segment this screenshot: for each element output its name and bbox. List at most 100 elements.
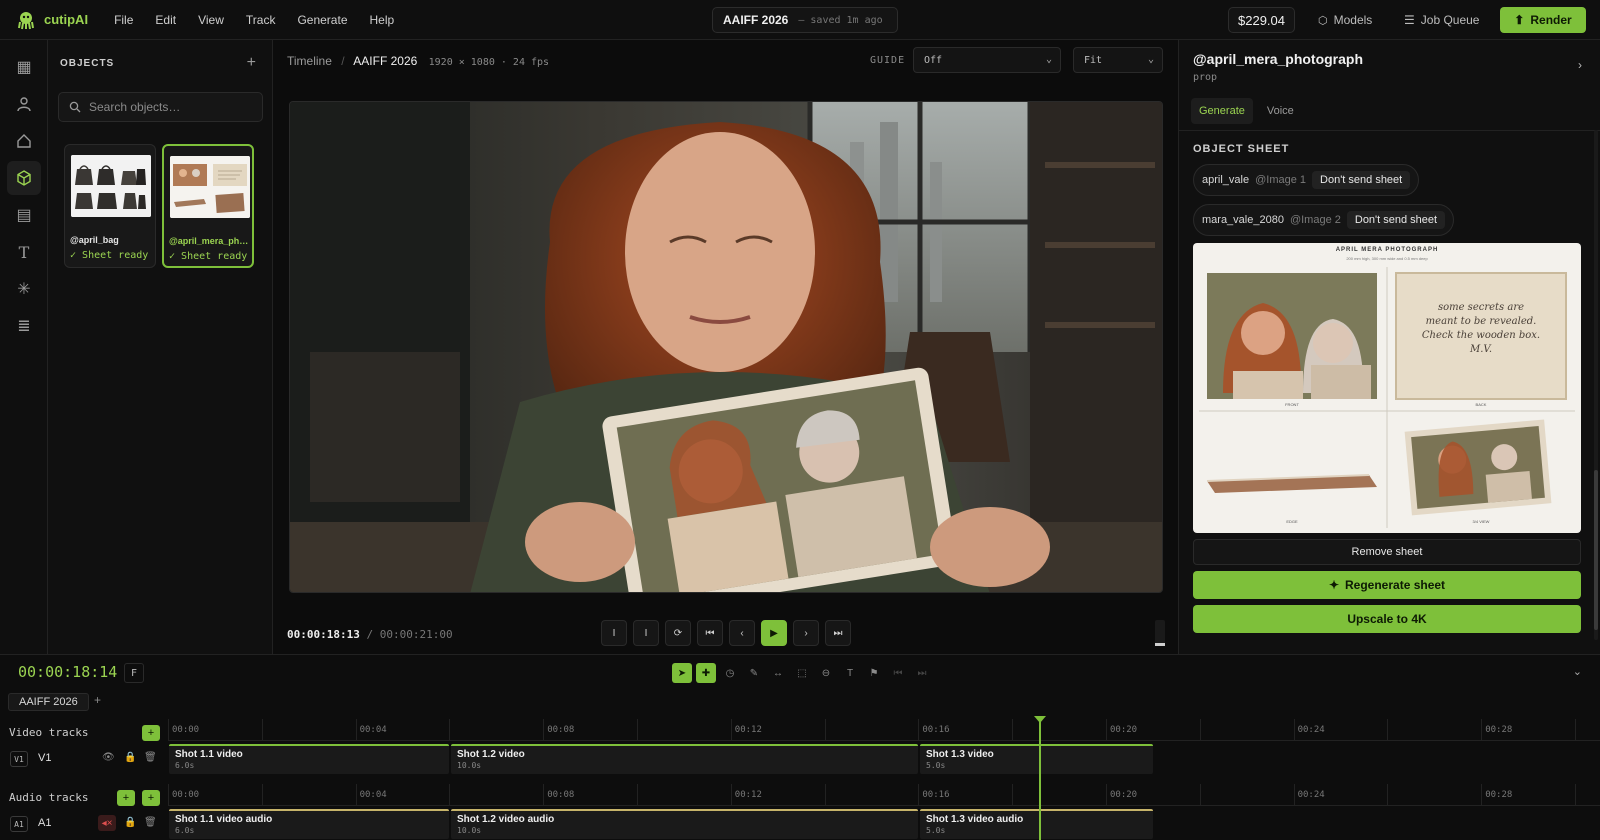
add-object-button[interactable]: + (247, 54, 256, 72)
time-ruler[interactable]: 00:00 00:04 00:08 00:12 00:16 00:20 00:24 00:28 (168, 784, 1600, 806)
remove-sheet-button[interactable]: Remove sheet (1193, 539, 1581, 565)
rail-adjust-button[interactable]: ≣ (7, 309, 41, 343)
trash-icon[interactable]: 🗑 (144, 817, 157, 828)
mute-icon[interactable]: ◂× (98, 815, 116, 831)
split-tool-button[interactable]: ⊖ (816, 663, 836, 683)
play-button[interactable]: ▶ (761, 620, 787, 646)
menu-generate[interactable]: Generate (297, 13, 347, 27)
trash-icon[interactable]: 🗑 (144, 752, 157, 763)
rail-locations-button[interactable] (7, 124, 41, 158)
zoom-select[interactable]: Fit ⌄ (1073, 47, 1163, 73)
add-tool-button[interactable]: ✚ (696, 663, 716, 683)
render-button[interactable]: ⬆ Render (1500, 7, 1586, 33)
audio-clip[interactable]: Shot 1.1 video audio 6.0s (169, 809, 449, 839)
skip-start-button[interactable]: ⏮ (697, 620, 723, 646)
audio-clip[interactable]: Shot 1.3 video audio 5.0s (920, 809, 1153, 839)
breadcrumb-separator: / (341, 54, 345, 68)
credit-balance[interactable]: $229.04 (1228, 7, 1295, 33)
marker-tool-button[interactable]: ⚑ (864, 663, 884, 683)
video-clip[interactable]: Shot 1.2 video 10.0s (451, 744, 918, 774)
dont-send-sheet-button[interactable]: Don't send sheet (1312, 171, 1411, 189)
mark-out-button[interactable]: I (633, 620, 659, 646)
add-video-track-button[interactable]: + (142, 725, 160, 741)
arrows-horizontal-icon: ↔ (773, 667, 783, 679)
upscale-button[interactable]: Upscale to 4K (1193, 605, 1581, 633)
add-sequence-button[interactable]: + (94, 693, 101, 707)
chevron-right-icon[interactable]: › (1578, 58, 1582, 72)
menu-track[interactable]: Track (246, 13, 276, 27)
ruler-tick-label: 00:20 (1110, 725, 1138, 735)
lock-icon[interactable]: 🔒 (124, 752, 136, 763)
tab-generate[interactable]: Generate (1191, 98, 1253, 124)
menu-help[interactable]: Help (370, 13, 395, 27)
breadcrumb: Timeline / AAIFF 2026 1920 × 1080 · 24 f… (287, 54, 549, 68)
collapse-timeline-button[interactable]: ⌄ (1573, 665, 1582, 678)
object-search[interactable] (58, 92, 263, 122)
inspector-scrollbar[interactable] (1594, 130, 1598, 640)
next-marker-button[interactable]: ⏭ (912, 663, 932, 683)
object-sheet-image[interactable]: APRIL MERA PHOTOGRAPH 200 mm high, 300 m… (1193, 243, 1581, 533)
app-logo[interactable]: cutipAI (16, 10, 88, 30)
video-preview[interactable] (289, 101, 1163, 593)
objects-heading: OBJECTS (60, 58, 115, 69)
rail-grid-button[interactable]: ▦ (7, 50, 41, 84)
breadcrumb-timeline[interactable]: Timeline (287, 54, 332, 68)
rail-storyboard-button[interactable]: ▤ (7, 198, 41, 232)
slip-tool-button[interactable]: ↔ (768, 663, 788, 683)
playhead-handle[interactable] (1034, 716, 1046, 723)
skip-end-button[interactable]: ⏭ (825, 620, 851, 646)
step-back-button[interactable]: ‹ (729, 620, 755, 646)
video-clip[interactable]: Shot 1.1 video 6.0s (169, 744, 449, 774)
ruler-gridline (355, 719, 357, 741)
handwritten-note: some secrets are meant to be revealed. C… (1396, 301, 1566, 357)
audio-clip[interactable]: Shot 1.2 video audio 10.0s (451, 809, 918, 839)
sequence-tab[interactable]: AAIFF 2026 (8, 693, 89, 711)
object-card-april-bag[interactable]: @april_bag ✓ Sheet ready (64, 144, 156, 268)
pen-tool-button[interactable]: ✎ (744, 663, 764, 683)
menu-file[interactable]: File (114, 13, 133, 27)
add-track-button[interactable]: + (142, 790, 160, 806)
ruler-tick-label: 00:12 (734, 725, 762, 735)
lock-icon[interactable]: 🔒 (124, 817, 136, 828)
select-tool-button[interactable]: ➤ (672, 663, 692, 683)
rail-characters-button[interactable] (7, 87, 41, 121)
job-queue-button[interactable]: ☰ Job Queue (1404, 7, 1479, 33)
video-clip[interactable]: Shot 1.3 video 5.0s (920, 744, 1153, 774)
prev-marker-button[interactable]: ⏮ (888, 663, 908, 683)
document-title-box[interactable]: AAIFF 2026 — saved 1m ago (712, 7, 898, 33)
dont-send-sheet-button[interactable]: Don't send sheet (1346, 211, 1446, 229)
rail-text-button[interactable]: T (7, 235, 41, 269)
eye-icon[interactable]: 👁 (102, 752, 115, 763)
regenerate-sheet-button[interactable]: ✦ Regenerate sheet (1193, 571, 1581, 599)
time-ruler[interactable]: 00:00 00:04 00:08 00:12 00:16 00:20 00:24 00:28 (168, 719, 1600, 741)
search-input[interactable] (89, 100, 239, 114)
rail-effects-button[interactable]: ✳ (7, 272, 41, 306)
loop-button[interactable]: ⟳ (665, 620, 691, 646)
crop-tool-button[interactable]: ⬚ (792, 663, 812, 683)
ruler-gridline (1012, 719, 1014, 741)
text-tool-button[interactable]: T (840, 663, 860, 683)
object-card-april-mera-photograph[interactable]: @april_mera_ph… ✓ Sheet ready (162, 144, 254, 268)
step-forward-button[interactable]: › (793, 620, 819, 646)
menu-view[interactable]: View (198, 13, 224, 27)
timeline-panel: 00:00:18:14 F ➤ ✚ ◷ ✎ ↔ ⬚ ⊖ T ⚑ ⏮ ⏭ ⌄ AA… (0, 654, 1600, 840)
ruler-gridline (261, 784, 263, 806)
scrollbar-thumb[interactable] (1594, 470, 1598, 630)
menu-edit[interactable]: Edit (155, 13, 176, 27)
ruler-gridline (355, 784, 357, 806)
volume-meter[interactable] (1155, 620, 1165, 646)
tab-voice[interactable]: Voice (1259, 98, 1302, 124)
reference-name: april_vale (1202, 174, 1250, 186)
playhead[interactable] (1039, 719, 1041, 840)
mark-in-button[interactable]: I (601, 620, 627, 646)
guide-select-value: Off (924, 54, 943, 66)
rail-objects-button[interactable] (7, 161, 41, 195)
ruler-gridline (1106, 719, 1107, 741)
ruler-gridline (1293, 719, 1295, 741)
guide-select[interactable]: Off ⌄ (913, 47, 1061, 73)
frame-toggle-button[interactable]: F (124, 663, 144, 683)
add-audio-track-button[interactable]: + (117, 790, 135, 806)
bag-sheet-thumbnail (71, 155, 151, 217)
models-button[interactable]: ⬡ Models (1318, 7, 1372, 33)
speed-tool-button[interactable]: ◷ (720, 663, 740, 683)
